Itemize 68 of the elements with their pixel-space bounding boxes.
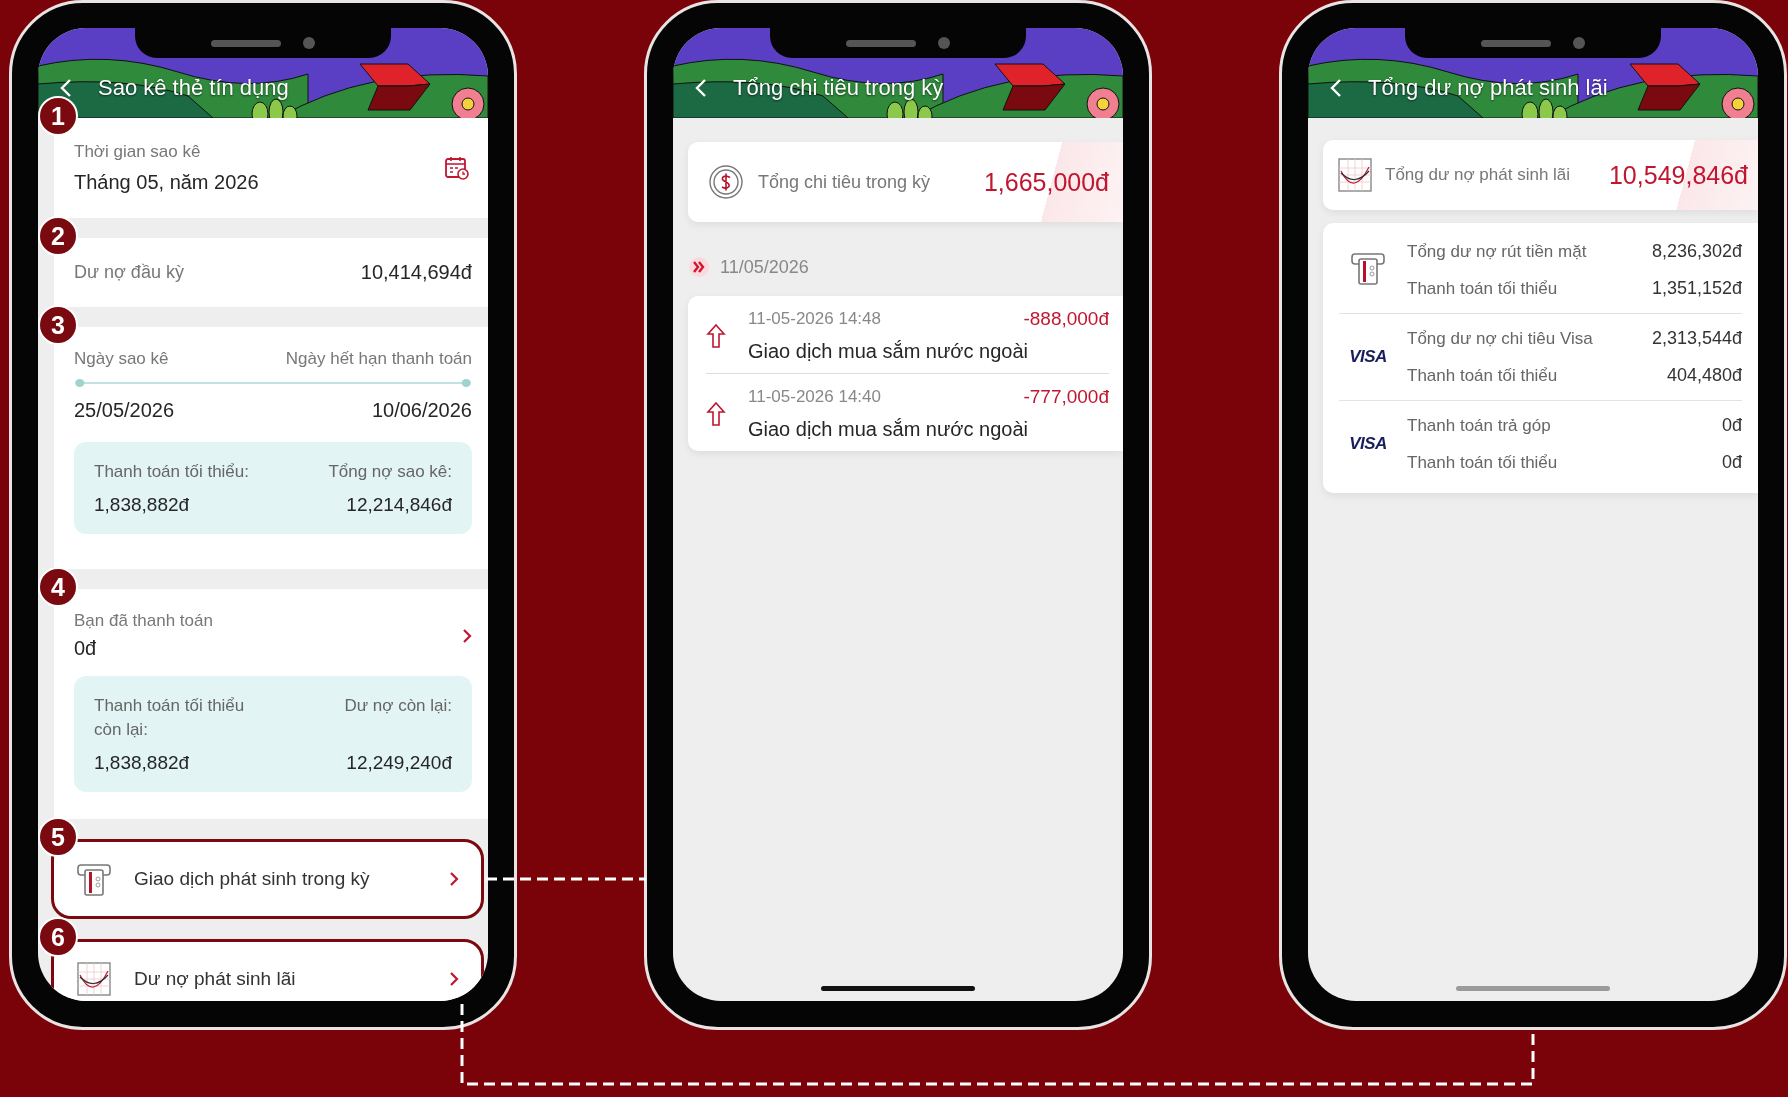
step-number-badge: 5 bbox=[38, 817, 78, 857]
field-label: Bạn đã thanh toán bbox=[74, 611, 213, 631]
summary-label: Thanh toán tối thiểu còn lại: bbox=[94, 695, 246, 741]
back-icon[interactable] bbox=[695, 78, 707, 98]
breakdown-label: Tổng dư nợ rút tiền mặt bbox=[1407, 241, 1587, 262]
field-value: 10,414,694đ bbox=[360, 261, 472, 284]
breakdown-value: 0đ bbox=[1721, 452, 1742, 473]
screen-title: Tổng dư nợ phát sinh lãi bbox=[1368, 75, 1608, 101]
card-slot-icon bbox=[1350, 250, 1386, 286]
breakdown-value: 404,480đ bbox=[1666, 365, 1742, 386]
summary-value: 1,838,882đ bbox=[94, 751, 191, 774]
up-arrow-icon bbox=[706, 322, 726, 349]
back-icon[interactable] bbox=[1330, 78, 1342, 98]
step-number-badge: 2 bbox=[38, 216, 78, 256]
visa-logo: VISA bbox=[1349, 434, 1387, 454]
field-label: Ngày sao kê bbox=[74, 349, 169, 369]
screen-title: Sao kê thẻ tín dụng bbox=[98, 75, 289, 101]
chart-icon bbox=[1337, 157, 1373, 193]
step-number-badge: 6 bbox=[38, 917, 78, 957]
transaction-description: Giao dịch mua sắm nước ngoài bbox=[748, 340, 1029, 363]
summary-value: 12,214,846đ bbox=[345, 493, 452, 516]
field-label: Ngày hết hạn thanh toán bbox=[285, 349, 472, 369]
summary-value: 12,249,240đ bbox=[345, 751, 452, 774]
breakdown-label: Thanh toán trả góp bbox=[1407, 415, 1551, 436]
screen-title: Tổng chi tiêu trong kỳ bbox=[733, 75, 944, 101]
chevron-right-icon bbox=[449, 971, 459, 987]
total-amount: 1,665,000đ bbox=[983, 167, 1109, 197]
breakdown-value: 1,351,152đ bbox=[1651, 278, 1742, 299]
total-label: Tổng chi tiêu trong kỳ bbox=[758, 171, 931, 193]
breakdown-label: Thanh toán tối thiểu bbox=[1407, 452, 1558, 473]
field-value: Tháng 05, năm 2026 bbox=[74, 171, 259, 194]
back-icon[interactable] bbox=[60, 78, 72, 98]
chevron-right-icon bbox=[462, 627, 472, 644]
breakdown-value: 8,236,302đ bbox=[1651, 241, 1742, 262]
breakdown-value: 0đ bbox=[1721, 415, 1742, 436]
summary-label: Thanh toán tối thiểu: bbox=[94, 461, 250, 483]
chevron-right-icon bbox=[449, 871, 459, 887]
menu-row-label: Dư nợ phát sinh lãi bbox=[134, 968, 296, 990]
transaction-description: Giao dịch mua sắm nước ngoài bbox=[748, 418, 1029, 441]
transaction-amount: -777,000đ bbox=[1023, 386, 1109, 408]
field-label: Thời gian sao kê bbox=[74, 142, 202, 162]
transaction-time: 11-05-2026 14:48 bbox=[748, 309, 881, 329]
up-arrow-icon bbox=[706, 400, 726, 427]
date-value: 25/05/2026 bbox=[74, 399, 175, 422]
breakdown-label: Thanh toán tối thiểu bbox=[1407, 278, 1558, 299]
double-chevron-icon bbox=[688, 256, 710, 278]
summary-label: Tổng nợ sao kê: bbox=[328, 461, 452, 483]
transaction-amount: -888,000đ bbox=[1023, 308, 1109, 330]
date-heading: 11/05/2026 bbox=[720, 256, 809, 278]
chart-icon bbox=[76, 961, 112, 997]
total-label: Tổng dư nợ phát sinh lãi bbox=[1385, 165, 1571, 185]
visa-logo: VISA bbox=[1349, 347, 1387, 367]
total-amount: 10,549,846đ bbox=[1608, 160, 1748, 190]
summary-label: Dư nợ còn lại: bbox=[344, 695, 452, 717]
breakdown-label: Tổng dư nợ chi tiêu Visa bbox=[1407, 328, 1593, 349]
card-slot-icon bbox=[76, 861, 112, 897]
breakdown-value: 2,313,544đ bbox=[1651, 328, 1742, 349]
dollar-coin-icon bbox=[708, 164, 744, 200]
date-value: 10/06/2026 bbox=[371, 399, 472, 422]
field-label: Dư nợ đầu kỳ bbox=[74, 262, 184, 283]
transaction-time: 11-05-2026 14:40 bbox=[748, 387, 881, 407]
breakdown-label: Thanh toán tối thiểu bbox=[1407, 365, 1558, 386]
calendar-icon[interactable] bbox=[444, 155, 470, 181]
menu-row-label: Giao dịch phát sinh trong kỳ bbox=[134, 868, 370, 890]
step-number-badge: 4 bbox=[38, 567, 78, 607]
summary-value: 1,838,882đ bbox=[94, 493, 191, 516]
field-value: 0đ bbox=[74, 637, 98, 660]
step-number-badge: 3 bbox=[38, 305, 78, 345]
